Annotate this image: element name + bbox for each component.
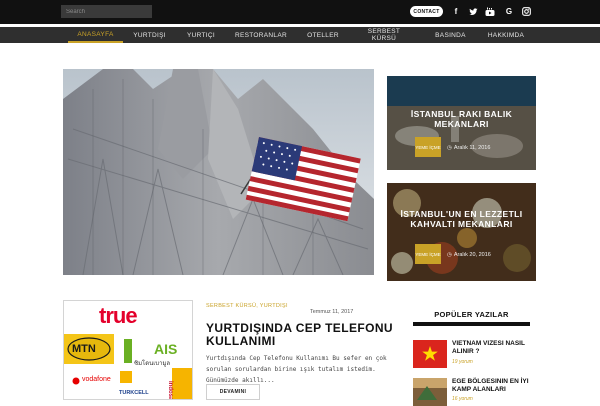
post-thumbnail-carriers[interactable]: true MTN AIS ซิมโดนเบามูล vodafone TURKC… (63, 300, 193, 400)
brand-turkcell: TURKCELL (119, 390, 149, 396)
card-category-button[interactable]: YEME İÇME (415, 244, 441, 264)
post-title[interactable]: YURTDIŞINDA CEP TELEFONU KULLANIMI (206, 322, 406, 348)
search-input[interactable] (61, 5, 152, 18)
nav-restoranlar[interactable]: RESTORANLAR (230, 27, 292, 43)
brand-indosat: indosat (167, 381, 173, 400)
popular-post-title[interactable]: VIETNAM VIZESI NASIL ALINIR ? (452, 340, 532, 356)
brand-ais-thai: ซิมโดนเบามูล (134, 361, 171, 367)
youtube-icon[interactable] (484, 5, 496, 18)
post-excerpt: Yurtdışında Cep Telefonu Kullanımı Bu se… (206, 355, 387, 384)
nav-anasayfa[interactable]: ANASAYFA (68, 27, 123, 43)
brand-mtn: MTN (72, 343, 96, 355)
main-nav: ANASAYFA YURTDIŞI YURTIÇI RESTORANLAR OT… (0, 27, 600, 43)
brand-vodafone: vodafone (82, 376, 111, 383)
featured-image[interactable] (63, 69, 374, 275)
read-more-button[interactable]: DEVAMINI (206, 384, 260, 400)
brand-true: true (99, 303, 138, 328)
clock-icon: ◷ (447, 145, 452, 151)
card-overlay (387, 183, 536, 281)
post-categories[interactable]: SERBEST KÜRSÜ, YURTDIŞI (206, 303, 288, 309)
featured-card-kahvalti[interactable]: İSTANBUL'UN EN LEZZETLI KAHVALTI MEKANLA… (387, 183, 536, 281)
popular-post-item[interactable]: VIETNAM VIZESI NASIL ALINIR ? 19 yorum (413, 340, 530, 370)
popular-post-comments: 19 yorum (452, 359, 473, 365)
nav-basinda[interactable]: BASINDA (428, 27, 473, 43)
nav-oteller[interactable]: OTELLER (302, 27, 344, 43)
nav-serbest-kursu[interactable]: SERBEST KÜRSÜ (360, 27, 408, 43)
contact-button[interactable]: CONTACT (410, 6, 443, 17)
popular-post-item[interactable]: EGE BÖLGESININ EN İYI KAMP ALANLARI 16 y… (413, 378, 532, 406)
google-icon[interactable]: G (503, 5, 515, 18)
clock-icon: ◷ (447, 252, 452, 258)
brand-ais: AIS (154, 341, 178, 357)
nav-yurtici[interactable]: YURTIÇI (180, 27, 222, 43)
top-bar: CONTACT f G (0, 0, 600, 24)
facebook-icon[interactable]: f (450, 5, 462, 18)
nav-hakkimda[interactable]: HAKKIMDA (482, 27, 530, 43)
instagram-icon[interactable] (520, 5, 532, 18)
twitter-icon[interactable] (467, 5, 479, 18)
camp-thumbnail[interactable] (413, 378, 447, 406)
popular-posts-heading: POPÜLER YAZILAR (434, 310, 509, 319)
heading-divider (413, 322, 530, 326)
card-category-button[interactable]: YEME İÇME (415, 137, 441, 157)
featured-card-raki-balik[interactable]: İSTANBUL RAKI BALIK MEKANLARI YEME İÇME … (387, 76, 536, 170)
card-date: ◷ Aralık 11, 2016 (447, 145, 491, 151)
card-title[interactable]: İSTANBUL'UN EN LEZZETLI KAHVALTI MEKANLA… (393, 209, 530, 229)
post-date: Temmuz 11, 2017 (310, 309, 354, 315)
popular-post-comments: 16 yorum (452, 396, 473, 402)
vietnam-flag-thumbnail[interactable] (413, 340, 447, 368)
card-title[interactable]: İSTANBUL RAKI BALIK MEKANLARI (393, 109, 530, 129)
card-date: ◷ Aralık 20, 2016 (447, 252, 491, 258)
popular-post-title[interactable]: EGE BÖLGESININ EN İYI KAMP ALANLARI (452, 378, 532, 394)
nav-yurtdisi[interactable]: YURTDIŞI (127, 27, 172, 43)
